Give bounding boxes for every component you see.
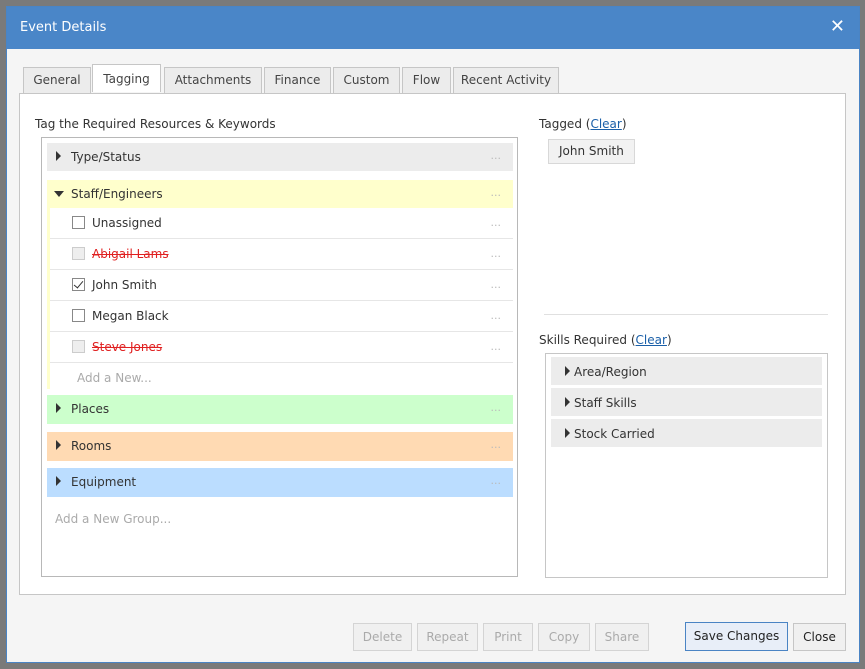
list-item: Unassigned ... xyxy=(50,208,513,239)
item-label: Unassigned xyxy=(92,216,162,230)
tab-finance[interactable]: Finance xyxy=(264,67,331,93)
more-icon[interactable]: ... xyxy=(491,438,502,451)
list-item: Megan Black ... xyxy=(50,301,513,332)
tab-recent-activity[interactable]: Recent Activity xyxy=(453,67,559,93)
tagging-panel: Tag the Required Resources & Keywords Ty… xyxy=(19,93,846,595)
list-item: Steve Jones ... xyxy=(50,332,513,363)
add-new-link[interactable]: Add a New... xyxy=(77,371,152,385)
tab-custom[interactable]: Custom xyxy=(333,67,400,93)
clear-skills-link[interactable]: Clear xyxy=(636,333,667,347)
staff-list: Unassigned ... Abigail Lams ... John Smi… xyxy=(47,208,513,389)
more-icon[interactable]: ... xyxy=(491,149,502,162)
resources-heading: Tag the Required Resources & Keywords xyxy=(35,117,276,131)
group-staff-engineers[interactable]: Staff/Engineers ... xyxy=(47,180,513,208)
expand-icon xyxy=(56,151,61,161)
item-label: Steve Jones xyxy=(92,340,163,354)
group-label: Staff Skills xyxy=(574,396,637,410)
group-label: Type/Status xyxy=(71,150,141,164)
tab-attachments[interactable]: Attachments xyxy=(164,67,262,93)
checkbox[interactable] xyxy=(72,216,85,229)
expand-icon xyxy=(565,428,570,438)
paren: ) xyxy=(666,333,672,347)
group-label: Staff/Engineers xyxy=(71,187,163,201)
dialog-titlebar: Event Details ✕ xyxy=(7,7,859,49)
more-icon[interactable]: ... xyxy=(491,186,502,199)
item-label: Megan Black xyxy=(92,309,169,323)
tagged-label: Tagged ( xyxy=(539,117,591,131)
expand-icon xyxy=(565,366,570,376)
tab-flow[interactable]: Flow xyxy=(402,67,451,93)
expand-icon xyxy=(56,476,61,486)
skill-group-stock-carried[interactable]: Stock Carried xyxy=(551,419,822,447)
divider xyxy=(544,314,828,315)
collapse-icon xyxy=(54,191,64,197)
close-button[interactable]: Close xyxy=(793,623,846,651)
group-label: Places xyxy=(71,402,110,416)
group-label: Area/Region xyxy=(574,365,647,379)
event-details-dialog: Event Details ✕ General Tagging Attachme… xyxy=(6,6,860,663)
item-label: John Smith xyxy=(92,278,157,292)
group-rooms[interactable]: Rooms ... xyxy=(47,432,513,461)
checkbox xyxy=(72,340,85,353)
dialog-title: Event Details xyxy=(20,20,107,35)
more-icon[interactable]: ... xyxy=(491,247,502,260)
checkbox xyxy=(72,247,85,260)
checkbox[interactable] xyxy=(72,278,85,291)
tab-tagging[interactable]: Tagging xyxy=(92,64,161,92)
resources-tree: Type/Status ... Staff/Engineers ... Unas… xyxy=(41,137,518,577)
expand-icon xyxy=(565,397,570,407)
list-item: Abigail Lams ... xyxy=(50,239,513,270)
copy-button[interactable]: Copy xyxy=(538,623,590,651)
group-places[interactable]: Places ... xyxy=(47,395,513,424)
more-icon[interactable]: ... xyxy=(491,340,502,353)
share-button[interactable]: Share xyxy=(595,623,649,651)
delete-button[interactable]: Delete xyxy=(353,623,412,651)
expand-icon xyxy=(56,440,61,450)
more-icon[interactable]: ... xyxy=(491,474,502,487)
list-item: John Smith ... xyxy=(50,270,513,301)
paren: ) xyxy=(621,117,627,131)
skill-group-area-region[interactable]: Area/Region xyxy=(551,357,822,385)
group-label: Rooms xyxy=(71,439,112,453)
skill-group-staff-skills[interactable]: Staff Skills xyxy=(551,388,822,416)
clear-tagged-link[interactable]: Clear xyxy=(590,117,621,131)
group-label: Equipment xyxy=(71,475,137,489)
more-icon[interactable]: ... xyxy=(491,216,502,229)
group-label: Stock Carried xyxy=(574,427,655,441)
add-new-row[interactable]: Add a New... xyxy=(50,363,513,389)
tagged-chip[interactable]: John Smith xyxy=(548,139,635,164)
add-new-group-link[interactable]: Add a New Group... xyxy=(55,512,171,526)
expand-icon xyxy=(56,403,61,413)
checkbox[interactable] xyxy=(72,309,85,322)
tab-general[interactable]: General xyxy=(23,67,91,93)
more-icon[interactable]: ... xyxy=(491,278,502,291)
close-icon[interactable]: ✕ xyxy=(830,16,845,37)
item-label: Abigail Lams xyxy=(92,247,169,261)
save-changes-button[interactable]: Save Changes xyxy=(685,622,788,651)
print-button[interactable]: Print xyxy=(483,623,533,651)
skills-tree: Area/Region Staff Skills Stock Carried xyxy=(545,353,828,578)
more-icon[interactable]: ... xyxy=(491,309,502,322)
repeat-button[interactable]: Repeat xyxy=(417,623,478,651)
skills-label: Skills Required ( xyxy=(539,333,636,347)
group-equipment[interactable]: Equipment ... xyxy=(47,468,513,497)
skills-heading: Skills Required (Clear) xyxy=(539,333,672,347)
group-type-status[interactable]: Type/Status ... xyxy=(47,143,513,171)
more-icon[interactable]: ... xyxy=(491,401,502,414)
tagged-heading: Tagged (Clear) xyxy=(539,117,627,131)
